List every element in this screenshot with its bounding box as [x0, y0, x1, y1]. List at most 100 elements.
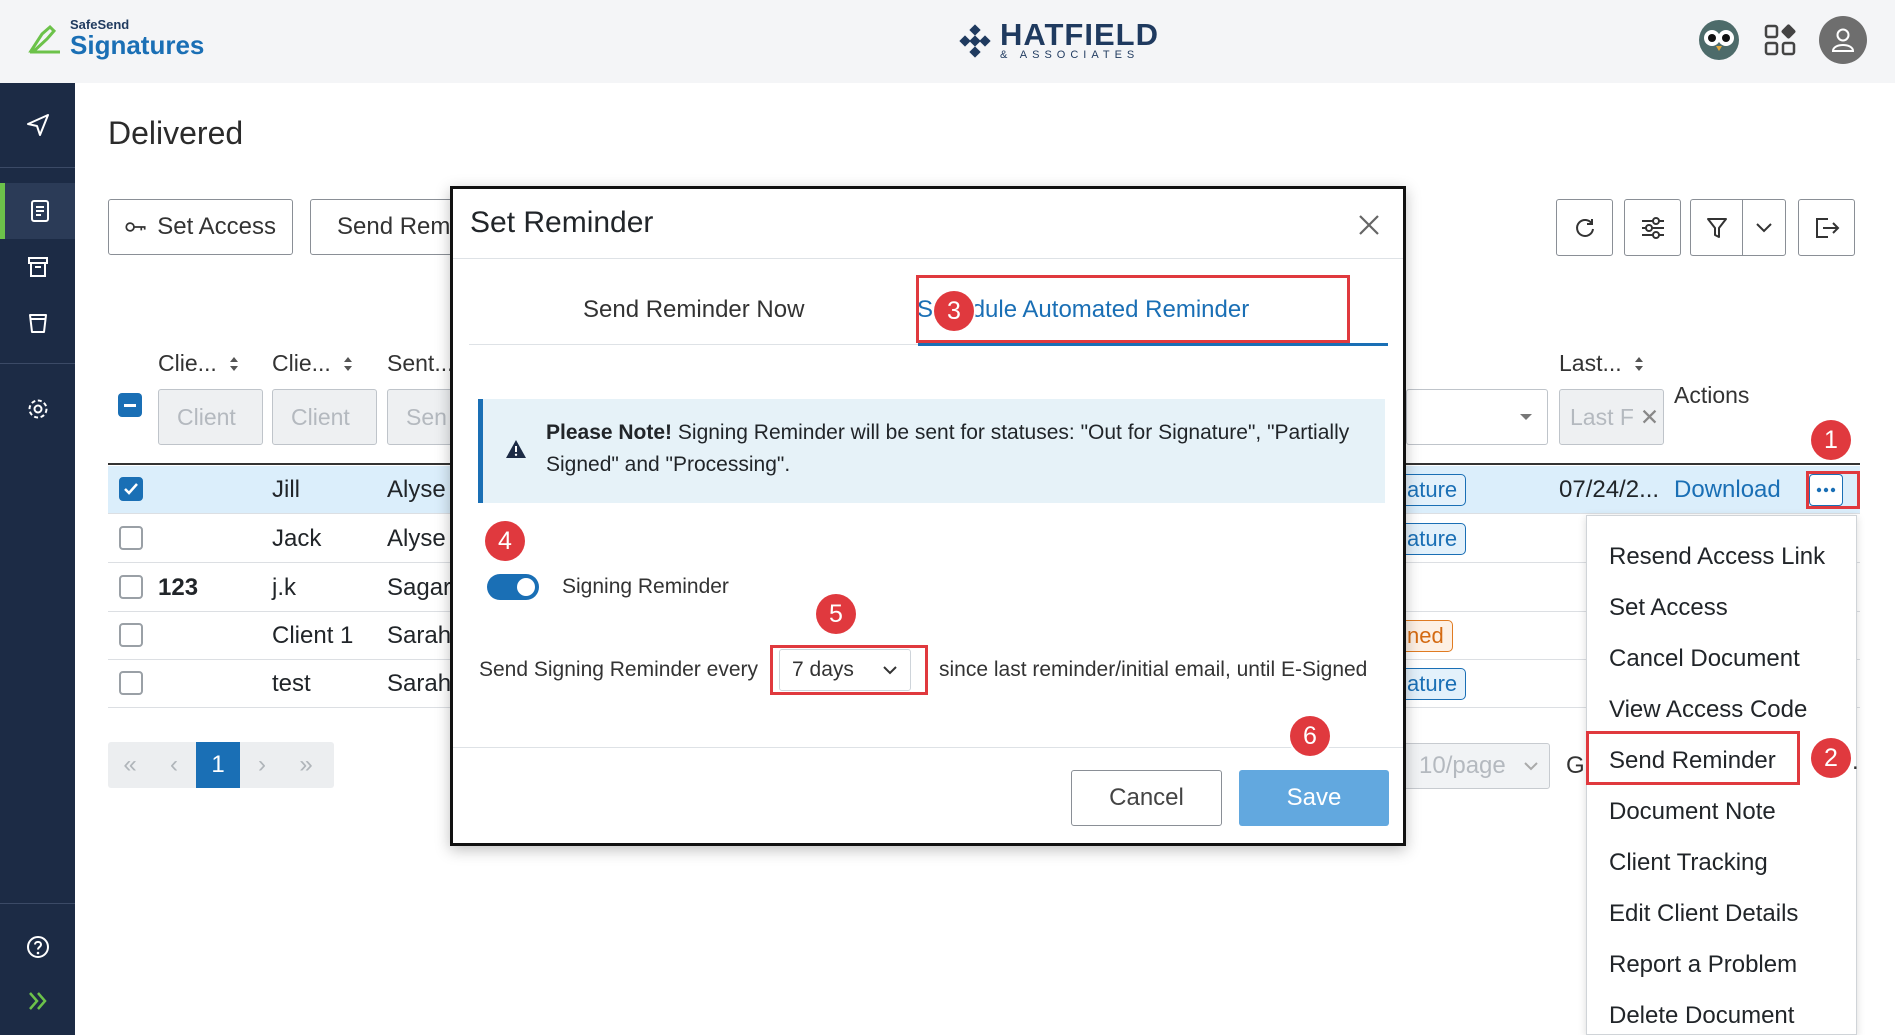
page-size-select[interactable]: 10/page [1388, 743, 1550, 789]
status-badge: ature [1398, 523, 1467, 555]
sidebar-divider [0, 903, 75, 904]
menu-item-report-a-problem[interactable]: Report a Problem [1609, 951, 1797, 979]
expand-icon [28, 992, 47, 1010]
client-name-cell: j.k [272, 574, 296, 601]
sidebar-item-send[interactable] [0, 97, 75, 153]
row-checkbox[interactable] [119, 623, 143, 647]
client-id-filter-input[interactable]: Client [158, 389, 263, 445]
active-tab-indicator [918, 343, 1388, 346]
top-header: SafeSend Signatures HATFIELD & ASSOCIATE… [0, 0, 1895, 83]
next-page-button[interactable]: › [240, 742, 284, 788]
filter-icon [1706, 217, 1727, 238]
caret-down-icon [1520, 414, 1532, 420]
chevron-down-icon [1756, 222, 1772, 232]
prev-page-button[interactable]: ‹ [152, 742, 196, 788]
close-icon[interactable] [1357, 213, 1381, 237]
refresh-button[interactable] [1556, 199, 1613, 256]
sidebar-item-recycle-bin[interactable] [0, 295, 75, 351]
annotation-marker-6: 6 [1290, 716, 1330, 756]
reminder-interval-label: Send Signing Reminder every [479, 658, 758, 681]
sidebar-item-settings[interactable] [0, 381, 75, 437]
sort-icon [229, 356, 238, 371]
column-header-label: Clie... [272, 350, 331, 376]
column-header-client-name[interactable]: Clie... [272, 350, 353, 377]
row-checkbox[interactable] [119, 477, 143, 501]
sidebar-divider [0, 363, 75, 364]
page-number-button[interactable]: 1 [196, 742, 240, 788]
annotation-marker-4: 4 [485, 521, 525, 561]
client-name-filter-input[interactable]: Client [272, 389, 377, 445]
company-brand: HATFIELD & ASSOCIATES [958, 17, 1159, 61]
info-note: Please Note! Signing Reminder will be se… [478, 399, 1385, 503]
menu-item-client-tracking[interactable]: Client Tracking [1609, 849, 1768, 877]
save-button[interactable]: Save [1239, 770, 1389, 826]
menu-item-cancel-document[interactable]: Cancel Document [1609, 645, 1800, 673]
app-logo[interactable]: SafeSend Signatures [28, 18, 204, 59]
column-header-label: Clie... [158, 350, 217, 376]
clear-filter-icon[interactable]: ✕ [1640, 404, 1659, 431]
row-checkbox[interactable] [119, 671, 143, 695]
key-icon [125, 222, 146, 232]
note-bold-label: Please Note! [546, 421, 673, 444]
annotation-box-more-actions [1806, 471, 1860, 509]
tab-send-reminder-now[interactable]: Send Reminder Now [583, 296, 804, 324]
annotation-box-schedule-tab [916, 275, 1350, 343]
menu-item-set-access[interactable]: Set Access [1609, 594, 1728, 622]
sent-by-cell: Sarah [387, 622, 452, 649]
document-icon [31, 200, 49, 222]
last-page-button[interactable]: » [284, 742, 328, 788]
filter-dropdown-button[interactable] [1742, 199, 1786, 256]
pagination: « ‹ 1 › » [108, 742, 334, 788]
menu-item-view-access-code[interactable]: View Access Code [1609, 696, 1807, 724]
note-text: Please Note! Signing Reminder will be se… [546, 417, 1376, 481]
last-filter-placeholder: Last F [1570, 403, 1634, 430]
row-checkbox[interactable] [119, 526, 143, 550]
signing-reminder-toggle[interactable] [487, 574, 539, 600]
page-size-value: 10/page [1419, 752, 1506, 779]
set-access-button[interactable]: Set Access [108, 199, 293, 255]
column-header-actions: Actions [1674, 382, 1749, 409]
annotation-marker-2: 2 [1811, 738, 1851, 778]
column-header-last[interactable]: Last... [1559, 350, 1644, 377]
sent-by-cell: Alyse [387, 525, 446, 552]
column-settings-button[interactable] [1624, 199, 1681, 256]
sidebar-item-archive[interactable] [0, 239, 75, 295]
menu-item-delete-document[interactable]: Delete Document [1609, 1002, 1794, 1030]
filter-button[interactable] [1690, 199, 1742, 256]
checkmark-icon [124, 483, 138, 495]
client-name-cell: test [272, 670, 311, 697]
column-header-client-id[interactable]: Clie... [158, 350, 239, 377]
page-title: Delivered [108, 115, 244, 151]
brand-subtitle: & ASSOCIATES [1000, 49, 1140, 61]
owl-avatar-icon[interactable] [1697, 18, 1741, 62]
first-page-button[interactable]: « [108, 742, 152, 788]
annotation-box-interval-select [770, 645, 928, 695]
archive-icon [27, 257, 48, 277]
column-header-label: Sent... [387, 350, 454, 376]
export-button[interactable] [1798, 199, 1855, 256]
apps-grid-icon[interactable] [1763, 23, 1797, 57]
status-filter-select[interactable] [1406, 389, 1548, 445]
sort-icon [1634, 356, 1643, 371]
menu-item-document-note[interactable]: Document Note [1609, 798, 1776, 826]
menu-item-edit-client-details[interactable]: Edit Client Details [1609, 900, 1798, 928]
goto-label: G [1566, 752, 1585, 779]
sidebar-item-help[interactable] [0, 919, 75, 975]
sidebar-expand-button[interactable] [0, 973, 75, 1029]
column-header-sent-by[interactable]: Sent... [387, 350, 453, 377]
sidebar-divider [0, 167, 75, 168]
column-header-label: Last... [1559, 350, 1622, 376]
user-profile-button[interactable] [1819, 16, 1867, 64]
brand-name: HATFIELD [1000, 17, 1159, 52]
sidebar-item-delivered[interactable] [0, 183, 75, 239]
sliders-icon [1641, 216, 1664, 239]
last-filter-input[interactable]: Last F ✕ [1559, 389, 1664, 445]
select-all-checkbox[interactable] [118, 393, 142, 417]
download-link[interactable]: Download [1674, 476, 1781, 504]
warning-icon [506, 440, 526, 458]
sort-icon [343, 356, 352, 371]
cancel-button[interactable]: Cancel [1071, 770, 1222, 826]
client-name-cell: Jill [272, 476, 300, 503]
row-checkbox[interactable] [119, 575, 143, 599]
menu-item-resend-access-link[interactable]: Resend Access Link [1609, 543, 1825, 571]
